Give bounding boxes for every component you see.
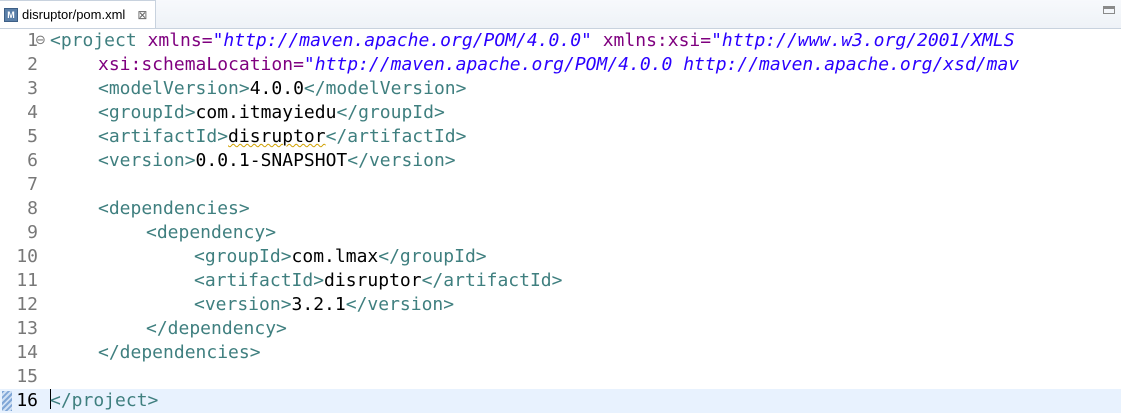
line-number: 2: [27, 54, 38, 75]
line-number: 7: [27, 174, 38, 195]
line-number: 4: [27, 102, 38, 123]
line-number: 11: [16, 270, 38, 291]
line-number: 8: [27, 198, 38, 219]
spelling-warning: disruptor: [228, 126, 326, 147]
code-text: <artifactId>disruptor</artifactId>: [98, 126, 467, 147]
code-text: xsi:schemaLocation="http://maven.apache.…: [98, 54, 1020, 75]
line-number: 16: [16, 390, 38, 411]
code-text: <dependencies>: [98, 198, 250, 219]
line-number: 15: [16, 366, 38, 387]
code-text: <version>0.0.1-SNAPSHOT</version>: [98, 150, 456, 171]
code-line: 9 <dependency>: [0, 221, 1121, 245]
code-text: <groupId>com.lmax</groupId>: [194, 246, 487, 267]
line-number: 10: [16, 246, 38, 267]
code-text: </dependencies>: [98, 342, 261, 363]
code-line: 8 <dependencies>: [0, 197, 1121, 221]
code-line: 1 ⊖ <project xmlns="http://maven.apache.…: [0, 29, 1121, 53]
line-number: 12: [16, 294, 38, 315]
code-line: 10 <groupId>com.lmax</groupId>: [0, 245, 1121, 269]
minimize-icon[interactable]: [1103, 6, 1115, 14]
code-line: 11 <artifactId>disruptor</artifactId>: [0, 269, 1121, 293]
code-text: <artifactId>disruptor</artifactId>: [194, 270, 563, 291]
code-line: 5 <artifactId>disruptor</artifactId>: [0, 125, 1121, 149]
maven-file-icon: M: [4, 7, 18, 22]
line-number: 6: [27, 150, 38, 171]
code-text: <project xmlns="http://maven.apache.org/…: [50, 30, 1015, 51]
tab-title: disruptor/pom.xml: [22, 7, 126, 22]
code-line: 13 </dependency>: [0, 317, 1121, 341]
code-line: 12 <version>3.2.1</version>: [0, 293, 1121, 317]
line-number: 13: [16, 318, 38, 339]
code-line: 6 <version>0.0.1-SNAPSHOT</version>: [0, 149, 1121, 173]
code-editor[interactable]: 1 ⊖ <project xmlns="http://maven.apache.…: [0, 29, 1121, 420]
code-line: 15: [0, 365, 1121, 389]
code-line: 3 <modelVersion>4.0.0</modelVersion>: [0, 77, 1121, 101]
line-number: 14: [16, 342, 38, 363]
tab-pom-xml[interactable]: M disruptor/pom.xml ⊠: [0, 0, 157, 28]
code-text: </project>: [50, 389, 159, 411]
code-line: 4 <groupId>com.itmayiedu</groupId>: [0, 101, 1121, 125]
line-number: 1: [27, 30, 38, 51]
code-text: <modelVersion>4.0.0</modelVersion>: [98, 78, 467, 99]
code-text: <dependency>: [146, 222, 277, 243]
code-line: 2 xsi:schemaLocation="http://maven.apach…: [0, 53, 1121, 77]
line-number: 9: [27, 222, 38, 243]
code-text: </dependency>: [146, 318, 287, 339]
code-text: <groupId>com.itmayiedu</groupId>: [98, 102, 445, 123]
code-line: 14 </dependencies>: [0, 341, 1121, 365]
code-line: 7: [0, 173, 1121, 197]
close-icon[interactable]: ⊠: [137, 8, 147, 22]
code-text: <version>3.2.1</version>: [194, 294, 455, 315]
line-number: 3: [27, 78, 38, 99]
editor-tab-bar: M disruptor/pom.xml ⊠: [0, 0, 1121, 29]
code-line-current: 16 </project>: [0, 389, 1121, 413]
line-number: 5: [27, 126, 38, 147]
fold-collapse-icon[interactable]: ⊖: [35, 29, 46, 53]
